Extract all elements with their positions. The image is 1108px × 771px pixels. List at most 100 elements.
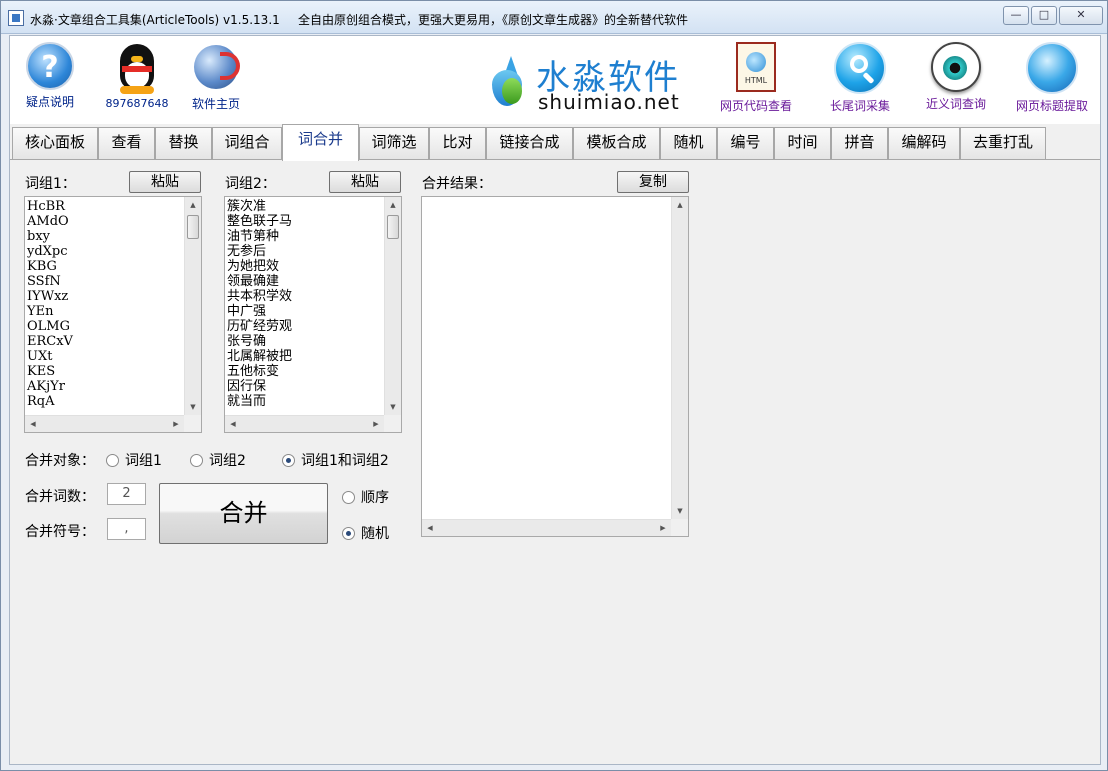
group2-list: 簇次准 整色联子马 油节第种 无参后 为她把效 领最确建 共本积学效 中广强 历矿经劳观 张号确北… [227, 199, 292, 409]
radio-dot[interactable] [342, 526, 355, 540]
help-label: 疑点说明 [25, 95, 74, 109]
list-item: SSfN [27, 274, 61, 289]
radio-order-random[interactable]: 随机 [342, 523, 389, 543]
list-item: 油节第种 [227, 229, 280, 244]
scroll-down-icon[interactable]: ▼ [385, 399, 401, 415]
scroll-down-icon[interactable]: ▼ [185, 399, 201, 415]
water-drop-logo-icon [488, 56, 528, 108]
separator-label: 合并符号： [25, 524, 95, 540]
client-area: ? 疑点说明 897687648 软件主页 水淼软件 shuimiao.net [9, 35, 1101, 765]
earth-icon [1026, 42, 1078, 94]
app-icon[interactable] [8, 10, 24, 26]
radio-dot[interactable] [106, 453, 119, 467]
radio-order-sequential[interactable]: 顺序 [342, 487, 389, 507]
tab-view[interactable]: 查看 [98, 127, 155, 159]
synonym-query-link[interactable]: 近义词查询 [920, 42, 992, 112]
result-textarea[interactable]: ▲ ▼ ◀ ▶ [421, 196, 689, 537]
scroll-up-icon[interactable]: ▲ [185, 197, 201, 213]
word-merge-panel: 词组1： 粘贴 HcBR AMdO bxy ydXpc KBG SSfN IYWxz YEn O… [10, 161, 1100, 764]
homepage-link[interactable]: 软件主页 [182, 42, 250, 112]
tab-template-compose[interactable]: 模板合成 [573, 127, 660, 159]
list-item: YEn [27, 304, 54, 319]
tab-replace[interactable]: 替换 [155, 127, 212, 159]
scroll-right-icon[interactable]: ▶ [368, 416, 384, 432]
help-link[interactable]: ? 疑点说明 [18, 42, 82, 110]
qq-number-label: 897687648 [105, 97, 169, 110]
scroll-corner [384, 415, 401, 432]
separator-input[interactable]: , [107, 518, 146, 540]
tab-link-compose[interactable]: 链接合成 [486, 127, 573, 159]
group2-label: 词组2： [225, 176, 276, 192]
tab-core-panel[interactable]: 核心面板 [12, 127, 98, 159]
list-item: AKjYr [27, 379, 65, 394]
tab-compare[interactable]: 比对 [429, 127, 486, 159]
tab-word-merge[interactable]: 词合并 [282, 124, 359, 161]
tab-bar: 核心面板 查看 替换 词组合 词合并 词筛选 比对 链接合成 模板合成 随机 编… [10, 124, 1100, 161]
close-button[interactable]: ✕ [1059, 6, 1103, 25]
list-item: 无参后 [227, 244, 267, 259]
group1-vscrollbar[interactable]: ▲ ▼ [184, 197, 201, 415]
tab-encode-decode[interactable]: 编解码 [888, 127, 960, 159]
longtail-collect-label: 长尾词采集 [829, 99, 890, 113]
tab-word-filter[interactable]: 词筛选 [359, 127, 429, 159]
scroll-down-icon[interactable]: ▼ [672, 503, 688, 519]
list-item: ERCxV [27, 334, 73, 349]
list-item: bxy [27, 229, 50, 244]
tab-random[interactable]: 随机 [660, 127, 717, 159]
scroll-corner [184, 415, 201, 432]
tab-word-combine[interactable]: 词组合 [212, 127, 282, 159]
minimize-button[interactable]: — [1003, 6, 1029, 25]
scroll-left-icon[interactable]: ◀ [225, 416, 241, 432]
longtail-collect-link[interactable]: 长尾词采集 [824, 42, 896, 114]
title-bar[interactable]: 水淼·文章组合工具集(ArticleTools) v1.5.13.1 全自由原创… [1, 1, 1107, 34]
scroll-up-icon[interactable]: ▲ [385, 197, 401, 213]
group1-textarea[interactable]: HcBR AMdO bxy ydXpc KBG SSfN IYWxz YEn OLMG ERCxV… [24, 196, 202, 433]
group2-paste-button[interactable]: 粘贴 [329, 171, 401, 193]
scroll-right-icon[interactable]: ▶ [655, 520, 671, 536]
group2-hscrollbar[interactable]: ◀ ▶ [225, 415, 384, 432]
radio-dot[interactable] [282, 453, 295, 467]
scroll-right-icon[interactable]: ▶ [168, 416, 184, 432]
scroll-thumb[interactable] [387, 215, 399, 239]
tab-time[interactable]: 时间 [774, 127, 831, 159]
group1-hscrollbar[interactable]: ◀ ▶ [25, 415, 184, 432]
merge-button[interactable]: 合并 [159, 483, 328, 544]
title-extract-link[interactable]: 网页标题提取 [1010, 42, 1094, 114]
window-title: 水淼·文章组合工具集(ArticleTools) v1.5.13.1 [30, 13, 280, 27]
html-viewer-link[interactable]: HTML 网页代码查看 [718, 42, 794, 114]
result-vscrollbar[interactable]: ▲ ▼ [671, 197, 688, 519]
group2-vscrollbar[interactable]: ▲ ▼ [384, 197, 401, 415]
scroll-thumb[interactable] [187, 215, 199, 239]
list-item: 簇次准 [227, 199, 267, 214]
word-count-input[interactable]: 2 [107, 483, 146, 505]
maximize-button[interactable]: □ [1031, 6, 1057, 25]
radio-group1-and-group2[interactable]: 词组1和词组2 [282, 450, 389, 470]
magnifier-icon [834, 42, 886, 94]
list-item: 因行保 [227, 379, 267, 394]
scroll-left-icon[interactable]: ◀ [25, 416, 41, 432]
qq-penguin-icon [114, 42, 160, 94]
tab-dedupe-shuffle[interactable]: 去重打乱 [960, 127, 1046, 159]
eye-icon [931, 42, 981, 92]
list-item: AMdO [27, 214, 69, 229]
scroll-up-icon[interactable]: ▲ [672, 197, 688, 213]
group2-textarea[interactable]: 簇次准 整色联子马 油节第种 无参后 为她把效 领最确建 共本积学效 中广强 历矿经劳观 张号确北… [224, 196, 402, 433]
list-item: 领最确建 [227, 274, 280, 289]
group1-paste-button[interactable]: 粘贴 [129, 171, 201, 193]
homepage-label: 软件主页 [191, 97, 240, 111]
word-count-label: 合并词数： [25, 489, 95, 505]
list-item: KBG [27, 259, 57, 274]
list-item: 北属解被把 [227, 349, 293, 364]
radio-dot[interactable] [342, 490, 355, 504]
copy-result-button[interactable]: 复制 [617, 171, 689, 193]
group1-list: HcBR AMdO bxy ydXpc KBG SSfN IYWxz YEn OLMG ERCxV… [27, 199, 73, 409]
radio-group2[interactable]: 词组2 [190, 450, 246, 470]
tab-pinyin[interactable]: 拼音 [831, 127, 888, 159]
list-item: 为她把效 [227, 259, 280, 274]
scroll-left-icon[interactable]: ◀ [422, 520, 438, 536]
result-hscrollbar[interactable]: ◀ ▶ [422, 519, 671, 536]
tab-numbering[interactable]: 编号 [717, 127, 774, 159]
radio-dot[interactable] [190, 453, 203, 467]
radio-group1[interactable]: 词组1 [106, 450, 162, 470]
qq-link[interactable]: 897687648 [102, 42, 172, 110]
